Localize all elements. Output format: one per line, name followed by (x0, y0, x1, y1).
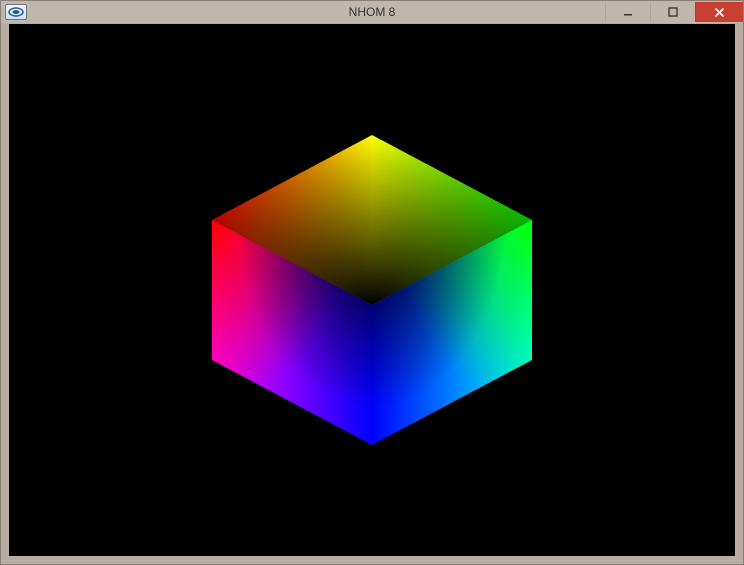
opengl-viewport (9, 24, 735, 556)
application-window: NHOM 8 (0, 0, 744, 565)
minimize-button[interactable] (605, 2, 650, 22)
rgb-color-cube (182, 115, 562, 455)
titlebar[interactable]: NHOM 8 (1, 1, 743, 23)
opengl-app-icon (5, 4, 27, 20)
maximize-button[interactable] (650, 2, 695, 22)
close-button[interactable] (695, 2, 743, 22)
caption-buttons (605, 2, 743, 22)
